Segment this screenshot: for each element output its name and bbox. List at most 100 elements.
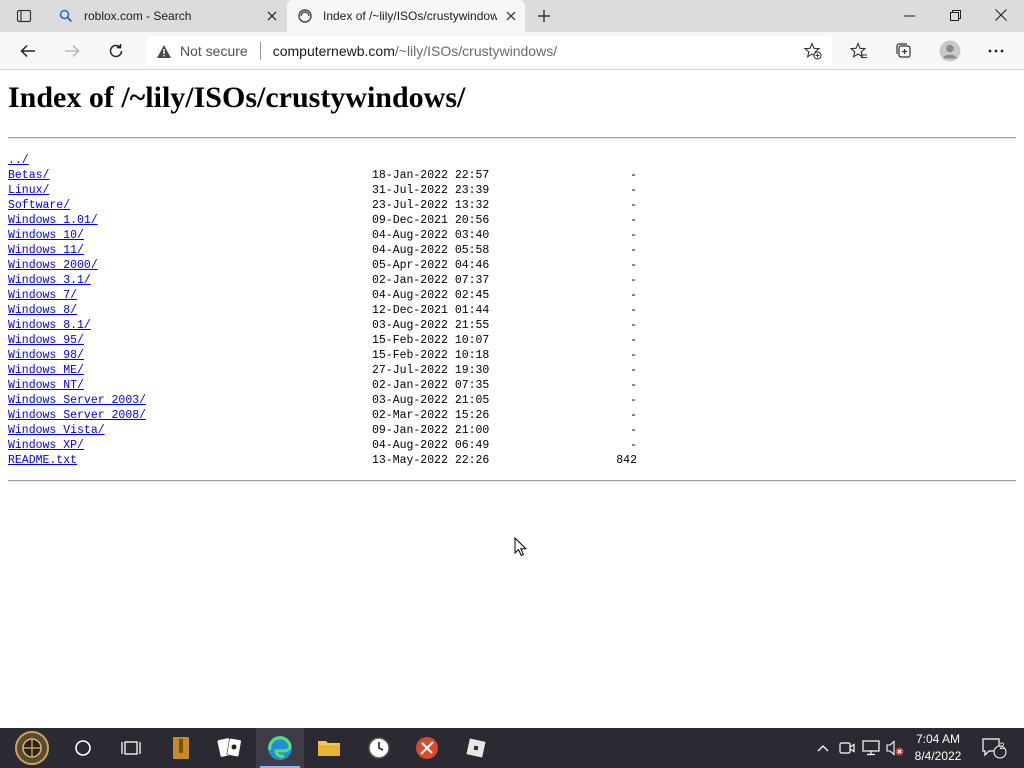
plus-icon	[538, 10, 550, 22]
entry-link[interactable]: README.txt	[8, 453, 77, 468]
taskbar-tool-app[interactable]	[403, 728, 451, 768]
file-explorer-icon	[318, 741, 340, 756]
cortana-button[interactable]	[59, 728, 107, 768]
close-icon	[995, 9, 1007, 21]
entry-date: 02-Mar-2022 15:26	[372, 409, 490, 422]
restore-button[interactable]	[932, 0, 978, 30]
profile-button[interactable]	[934, 35, 966, 67]
entry-date: 09-Jan-2022 21:00	[372, 424, 490, 437]
entry-link[interactable]: Windows 2000/	[8, 258, 98, 273]
entry-date: 09-Dec-2021 20:56	[372, 214, 490, 227]
minimize-icon	[903, 15, 915, 16]
entry-date: 04-Aug-2022 05:58	[372, 244, 490, 257]
entry-link[interactable]: Windows NT/	[8, 378, 84, 393]
entry-link[interactable]: Windows Server 2003/	[8, 393, 146, 408]
site-security-indicator[interactable]: Not secure	[156, 43, 248, 59]
close-tab-icon[interactable]	[497, 2, 525, 30]
page-content: Index of /~lily/ISOs/crustywindows/ ../B…	[0, 71, 1024, 728]
entry-size: -	[630, 259, 637, 272]
back-button[interactable]	[12, 35, 44, 67]
page-icon	[297, 8, 313, 24]
entry-link[interactable]: Windows Vista/	[8, 423, 105, 438]
entry-link[interactable]: Windows 95/	[8, 333, 84, 348]
tab-roblox-search[interactable]: roblox.com - Search	[48, 0, 286, 32]
tab-title: Index of /~lily/ISOs/crustywindows/	[323, 9, 497, 23]
entry-size: -	[630, 304, 637, 317]
entry-size: -	[630, 169, 637, 182]
new-tab-button[interactable]	[531, 3, 557, 29]
tab-actions-button[interactable]	[8, 4, 40, 28]
camera-icon	[839, 742, 855, 754]
cortana-icon	[75, 740, 91, 756]
taskbar-file-explorer[interactable]	[305, 728, 353, 768]
settings-menu-button[interactable]	[980, 35, 1012, 67]
system-clock[interactable]: 7:04 AM 8/4/2022	[906, 731, 970, 765]
favorites-button[interactable]	[843, 35, 875, 67]
entry-link[interactable]: Windows 8/	[8, 303, 77, 318]
warning-icon	[156, 44, 172, 59]
show-hidden-icons-button[interactable]	[812, 728, 834, 768]
entry-size: 842	[616, 454, 637, 467]
entry-link[interactable]: Windows Server 2008/	[8, 408, 146, 423]
entry-link[interactable]: ../	[8, 153, 29, 168]
taskbar-edge-app[interactable]	[256, 728, 304, 768]
mouse-cursor-icon	[514, 536, 528, 562]
entry-date: 18-Jan-2022 22:57	[372, 169, 490, 182]
entry-date: 27-Jul-2022 19:30	[372, 364, 490, 377]
clock-time: 7:04 AM	[915, 732, 961, 746]
roblox-icon	[466, 738, 486, 758]
tray-volume[interactable]	[884, 728, 906, 768]
entry-link[interactable]: Linux/	[8, 183, 49, 198]
taskbar-roblox-app[interactable]	[452, 728, 500, 768]
taskbar-clock-app[interactable]	[355, 728, 403, 768]
entry-link[interactable]: Windows ME/	[8, 363, 84, 378]
entry-size: -	[630, 229, 637, 242]
entry-date: 31-Jul-2022 23:39	[372, 184, 490, 197]
entry-size: -	[630, 319, 637, 332]
close-tab-icon[interactable]	[258, 2, 286, 30]
entry-link[interactable]: Software/	[8, 198, 70, 213]
entry-date: 02-Jan-2022 07:35	[372, 379, 490, 392]
entry-date: 13-May-2022 22:26	[372, 454, 490, 467]
url-path: /~lily/ISOs/crustywindows/	[394, 43, 558, 59]
notification-count: 2	[999, 741, 1005, 751]
refresh-button[interactable]	[100, 35, 132, 67]
entry-date: 04-Aug-2022 06:49	[372, 439, 490, 452]
entry-size: -	[630, 214, 637, 227]
entry-link[interactable]: Windows XP/	[8, 438, 84, 453]
network-icon	[862, 740, 880, 756]
taskbar-archive-app[interactable]	[157, 728, 205, 768]
entry-date: 03-Aug-2022 21:05	[372, 394, 490, 407]
entry-date: 12-Dec-2021 01:44	[372, 304, 490, 317]
volume-muted-icon	[886, 740, 904, 756]
divider	[8, 480, 1016, 482]
close-window-button[interactable]	[978, 0, 1024, 30]
forward-button[interactable]	[56, 35, 88, 67]
entry-link[interactable]: Windows 98/	[8, 348, 84, 363]
tab-strip: roblox.com - Search Index of /~lily/ISOs…	[0, 0, 1024, 32]
entry-link[interactable]: Windows 1.01/	[8, 213, 98, 228]
tray-network[interactable]	[860, 728, 882, 768]
entry-size: -	[630, 379, 637, 392]
forward-arrow-icon	[65, 44, 80, 58]
taskbar: 7:04 AM 8/4/2022 2	[0, 728, 1024, 768]
start-button[interactable]	[8, 728, 56, 768]
entry-link[interactable]: Windows 10/	[8, 228, 84, 243]
notification-center-button[interactable]: 2	[978, 728, 1010, 768]
entry-link[interactable]: Windows 7/	[8, 288, 77, 303]
minimize-button[interactable]	[886, 0, 932, 30]
refresh-icon	[109, 44, 123, 58]
entry-size: -	[630, 334, 637, 347]
taskbar-solitaire-app[interactable]	[206, 728, 254, 768]
task-view-button[interactable]	[107, 728, 155, 768]
entry-link[interactable]: Windows 8.1/	[8, 318, 91, 333]
address-bar[interactable]: Not secure computernewb.com/~lily/ISOs/c…	[146, 36, 832, 66]
tray-meet-now[interactable]	[836, 728, 858, 768]
entry-link[interactable]: Windows 11/	[8, 243, 84, 258]
collections-button[interactable]	[888, 35, 920, 67]
tab-index-listing[interactable]: Index of /~lily/ISOs/crustywindows/	[287, 0, 525, 32]
entry-date: 23-Jul-2022 13:32	[372, 199, 490, 212]
add-favorite-icon[interactable]	[803, 42, 822, 60]
entry-link[interactable]: Betas/	[8, 168, 49, 183]
entry-link[interactable]: Windows 3.1/	[8, 273, 91, 288]
